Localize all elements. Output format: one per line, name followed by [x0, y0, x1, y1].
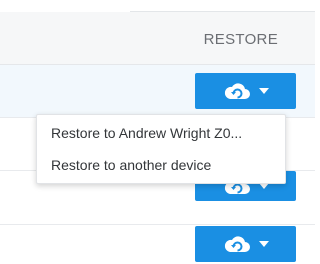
menu-item-restore-to-another-device[interactable]: Restore to another device	[37, 149, 285, 181]
caret-down-icon	[258, 88, 269, 94]
restore-dropdown-menu: Restore to Andrew Wright Z0... Restore t…	[36, 114, 286, 184]
cloud-restore-icon	[223, 82, 251, 100]
caret-down-icon	[258, 241, 269, 247]
restore-button[interactable]	[195, 73, 296, 109]
table-row	[0, 225, 315, 264]
table-row	[0, 65, 315, 118]
restore-button[interactable]	[195, 226, 296, 262]
restore-column-header: RESTORE	[203, 31, 278, 48]
cloud-restore-icon	[223, 235, 251, 253]
table-header: RESTORE	[0, 12, 315, 65]
top-strip	[0, 0, 315, 11]
menu-item-restore-to-original[interactable]: Restore to Andrew Wright Z0...	[37, 117, 285, 149]
